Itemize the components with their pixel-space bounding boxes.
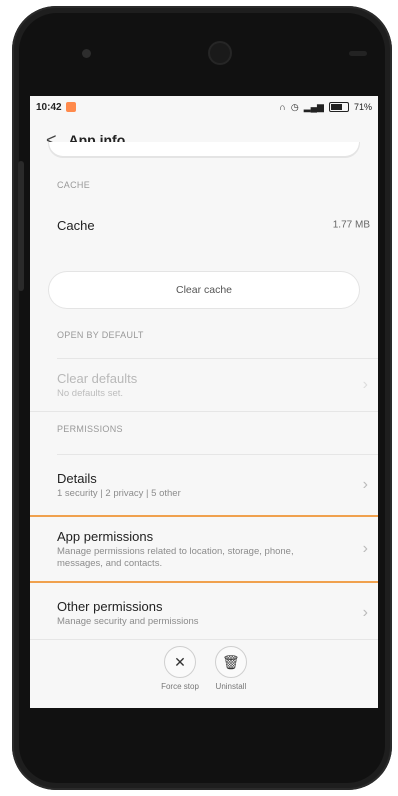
details-subtitle: 1 security | 2 privacy | 5 other xyxy=(57,487,181,499)
screen: 10:42 ∩ ◷ ▂▄▆ 71% < App info CACHE Cache… xyxy=(30,96,378,708)
headphones-icon: ∩ xyxy=(279,102,286,112)
clear-defaults-row[interactable]: Clear defaults No defaults set. › xyxy=(30,359,378,411)
chevron-right-icon: › xyxy=(362,604,368,621)
other-permissions-title: Other permissions xyxy=(57,598,163,614)
proximity-sensor xyxy=(349,51,367,56)
close-icon[interactable]: ✕ xyxy=(163,646,196,678)
uninstall-action[interactable]: 🗑 Uninstall xyxy=(214,646,247,708)
section-header-permissions: PERMISSIONS xyxy=(57,424,123,434)
cache-row: Cache 1.77 MB xyxy=(30,202,378,248)
status-bar: 10:42 ∩ ◷ ▂▄▆ 71% xyxy=(30,96,378,118)
details-row[interactable]: Details 1 security | 2 privacy | 5 other… xyxy=(30,455,378,515)
status-icons: ∩ ◷ ▂▄▆ 71% xyxy=(279,102,372,113)
clear-defaults-title: Clear defaults xyxy=(57,370,138,386)
app-permissions-row[interactable]: App permissions Manage permissions relat… xyxy=(30,515,378,583)
other-permissions-row[interactable]: Other permissions Manage security and pe… xyxy=(30,583,378,643)
chevron-right-icon: › xyxy=(362,476,368,493)
battery-percent: 71% xyxy=(353,102,372,112)
clear-defaults-subtitle: No defaults set. xyxy=(57,387,124,399)
trash-icon[interactable]: 🗑 xyxy=(214,646,247,678)
notification-icon xyxy=(65,102,76,112)
cache-label: Cache xyxy=(57,217,95,233)
section-header-cache: CACHE xyxy=(57,180,91,190)
details-title: Details xyxy=(57,470,97,486)
front-sensor xyxy=(82,49,91,58)
bottom-action-bar: ✕ Force stop 🗑 Uninstall xyxy=(30,639,378,708)
force-stop-action[interactable]: ✕ Force stop xyxy=(161,646,199,708)
status-time: 10:42 xyxy=(36,101,62,113)
previous-button-edge xyxy=(49,142,359,156)
front-camera xyxy=(210,43,230,63)
cache-size: 1.77 MB xyxy=(332,219,370,231)
force-stop-label: Force stop xyxy=(161,682,199,691)
section-header-open-by-default: OPEN BY DEFAULT xyxy=(57,330,144,340)
side-button xyxy=(18,161,24,291)
other-permissions-subtitle: Manage security and permissions xyxy=(57,615,199,627)
app-permissions-subtitle: Manage permissions related to location, … xyxy=(57,545,294,569)
uninstall-label: Uninstall xyxy=(215,682,247,691)
alarm-icon: ◷ xyxy=(290,101,299,112)
chevron-right-icon: › xyxy=(362,540,368,557)
chevron-right-icon: › xyxy=(362,376,368,393)
app-permissions-title: App permissions xyxy=(57,528,154,544)
clear-cache-button[interactable]: Clear cache xyxy=(49,272,359,308)
signal-icon: ▂▄▆ xyxy=(303,101,324,112)
battery-icon xyxy=(328,102,349,112)
